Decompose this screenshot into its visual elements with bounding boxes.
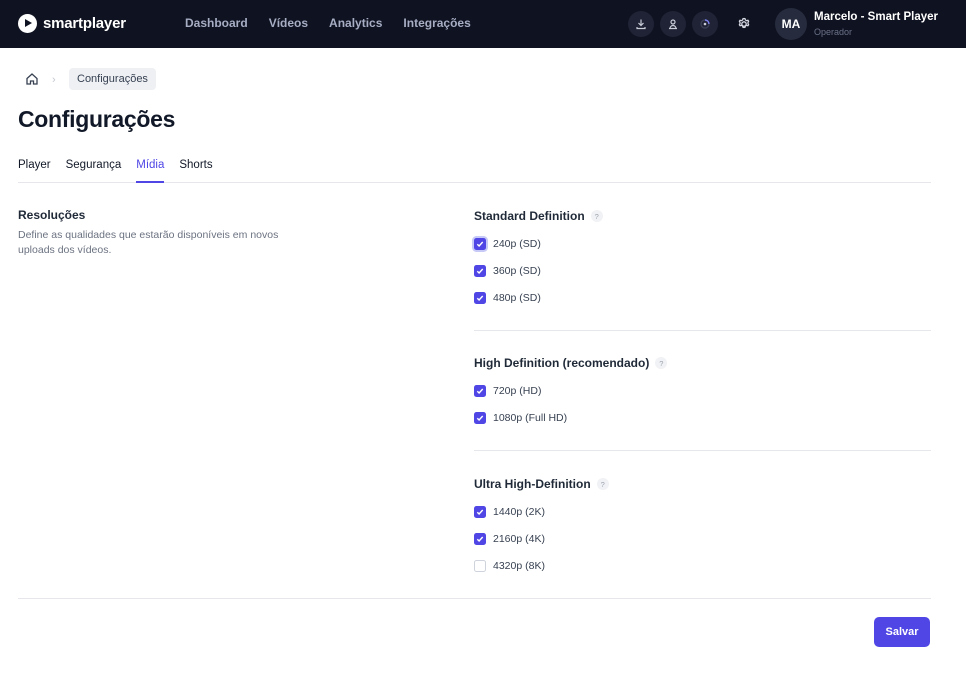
divider [474,330,931,331]
check-icon [476,268,484,275]
option-label: 240p (SD) [493,238,541,250]
checkbox-360p[interactable] [474,265,486,277]
nav-item-dashboard[interactable]: Dashboard [185,16,248,30]
top-navbar: smartplayer Dashboard Vídeos Analytics I… [0,0,966,48]
header-actions [628,11,718,37]
home-icon[interactable] [25,72,39,86]
section-title: Resoluções [18,208,86,222]
check-icon [476,509,484,516]
gear-icon[interactable] [736,16,752,32]
checkbox-2160p[interactable] [474,533,486,545]
nav-item-videos[interactable]: Vídeos [269,16,308,30]
checkbox-4320p[interactable] [474,560,486,572]
option-label: 1440p (2K) [493,506,545,518]
avatar[interactable]: MA [775,8,807,40]
resolution-option-4320p[interactable]: 4320p (8K) [474,559,545,573]
checkbox-240p[interactable] [474,238,486,250]
resolution-option-2160p[interactable]: 2160p (4K) [474,532,545,546]
breadcrumb-chevron-icon: › [52,74,56,86]
tab-player[interactable]: Player [18,152,51,183]
option-label: 720p (HD) [493,385,542,397]
option-label: 4320p (8K) [493,560,545,572]
group-title: Standard Definition [474,209,585,223]
play-logo-icon [18,14,37,33]
check-icon [476,388,484,395]
resolution-option-480p[interactable]: 480p (SD) [474,291,541,305]
tab-shorts[interactable]: Shorts [179,152,212,183]
users-icon [669,19,677,30]
brand-logo[interactable]: smartplayer [18,14,126,33]
checkbox-1080p[interactable] [474,412,486,424]
nav-item-analytics[interactable]: Analytics [329,16,382,30]
group-title: Ultra High-Definition [474,477,591,491]
checkbox-480p[interactable] [474,292,486,304]
help-icon[interactable]: ? [596,478,609,490]
main-nav: Dashboard Vídeos Analytics Integrações [185,16,471,30]
divider [474,450,931,451]
settings-tabs: Player Segurança Mídia Shorts [18,152,931,183]
check-icon [476,241,484,248]
option-label: 360p (SD) [493,265,541,277]
option-label: 2160p (4K) [493,533,545,545]
page-title: Configurações [18,106,176,132]
check-icon [476,295,484,302]
resolution-option-360p[interactable]: 360p (SD) [474,264,541,278]
resolution-option-1080p[interactable]: 1080p (Full HD) [474,411,567,425]
check-icon [476,415,484,422]
user-role: Operador [814,27,853,37]
option-label: 480p (SD) [493,292,541,304]
loader-icon [700,19,710,29]
status-button[interactable] [692,11,718,37]
checkbox-1440p[interactable] [474,506,486,518]
user-name[interactable]: Marcelo - Smart Player [814,11,938,23]
group-title: High Definition (recomendado) [474,356,650,370]
save-button[interactable]: Salvar [874,617,930,647]
resolution-option-1440p[interactable]: 1440p (2K) [474,505,545,519]
help-icon[interactable]: ? [655,357,668,369]
breadcrumb-current: Configurações [69,68,156,90]
group-high-definition: High Definition (recomendado) ? 720p (HD… [474,355,930,430]
nav-item-integracoes[interactable]: Integrações [403,16,470,30]
section-description: Define as qualidades que estarão disponí… [18,229,279,256]
group-standard-definition: Standard Definition ? 240p (SD) 360p (SD… [474,208,930,308]
resolution-option-240p[interactable]: 240p (SD) [474,237,541,251]
resolution-option-720p[interactable]: 720p (HD) [474,384,541,398]
checkbox-720p[interactable] [474,385,486,397]
help-icon[interactable]: ? [590,210,603,222]
users-button[interactable] [660,11,686,37]
tab-midia[interactable]: Mídia [136,152,165,183]
option-label: 1080p (Full HD) [493,412,568,424]
group-ultra-high-definition: Ultra High-Definition ? 1440p (2K) 2160p… [474,476,930,576]
tab-seguranca[interactable]: Segurança [66,152,122,183]
check-icon [476,536,484,543]
brand-name: smartplayer [43,15,126,32]
download-button[interactable] [628,11,654,37]
footer-divider [18,598,931,599]
download-icon [636,19,646,30]
